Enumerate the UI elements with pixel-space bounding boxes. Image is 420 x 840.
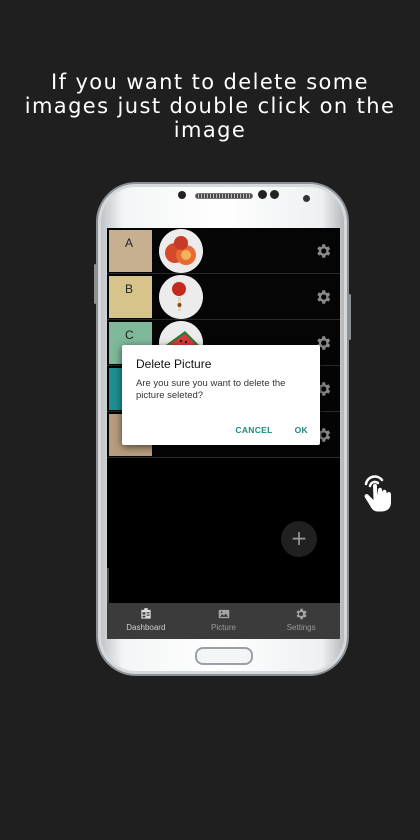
apple-thumbnail[interactable] [159,275,203,319]
sensor-dot [258,190,267,199]
ok-button[interactable]: OK [295,425,308,435]
bottom-navigation: Dashboard Picture Settings [107,603,340,639]
dashboard-icon [141,608,151,619]
sensor-dot [303,195,310,202]
settings-gear-icon[interactable] [314,288,332,306]
sensor-dot [270,190,279,199]
picture-icon [218,609,229,619]
dialog-title: Delete Picture [136,357,212,371]
dialog-actions: CANCEL OK [235,425,308,435]
nav-settings[interactable]: Settings [262,603,340,639]
nav-dashboard-label: Dashboard [126,623,166,632]
delete-picture-dialog: Delete Picture Are you sure you want to … [122,345,320,445]
settings-icon [296,608,307,620]
app-screen: A B C + Delete Picture Are you sure you … [107,228,340,639]
phone-frame: A B C + Delete Picture Are you sure you … [94,182,351,676]
row-letter: B [109,276,152,318]
nav-picture[interactable]: Picture [185,603,263,639]
peach-thumbnail[interactable] [159,229,203,273]
add-picture-button[interactable]: + [281,521,317,557]
cancel-button[interactable]: CANCEL [235,425,272,435]
scroll-track [107,568,109,608]
front-camera [178,191,186,199]
list-item[interactable]: A [107,228,340,274]
headline: If you want to delete some images just d… [24,70,396,142]
power-button [348,294,351,340]
nav-dashboard[interactable]: Dashboard [107,603,185,639]
nav-settings-label: Settings [286,623,316,632]
row-letter: A [109,230,152,272]
list-item[interactable]: B [107,274,340,320]
settings-gear-icon[interactable] [314,242,332,260]
dialog-message: Are you sure you want to delete the pict… [136,378,286,401]
home-button[interactable] [195,647,253,665]
volume-button [94,264,97,304]
speaker-grille [195,193,253,199]
nav-picture-label: Picture [211,623,236,632]
double-tap-hand-icon [364,475,391,512]
